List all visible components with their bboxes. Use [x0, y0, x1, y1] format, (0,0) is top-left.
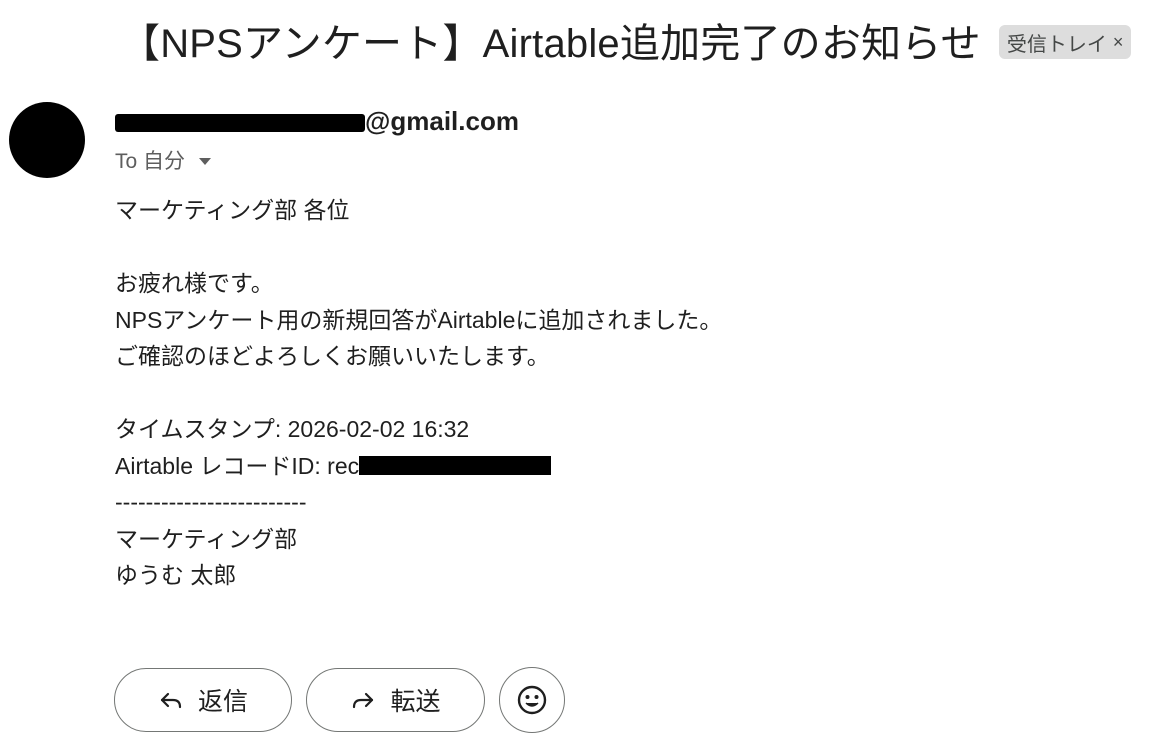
forward-arrow-icon — [350, 689, 376, 711]
action-buttons: 返信 転送 — [114, 667, 565, 733]
email-view: 【NPSアンケート】Airtable追加完了のお知らせ 受信トレイ × @gma… — [0, 0, 1173, 743]
body-line-1: お疲れ様です。 — [115, 270, 274, 296]
sender-avatar[interactable] — [9, 102, 85, 178]
recipient-text: To 自分 — [115, 150, 186, 173]
subject-row: 【NPSアンケート】Airtable追加完了のお知らせ 受信トレイ × — [120, 10, 1132, 70]
sender-email-suffix: @gmail.com — [365, 105, 519, 136]
redacted-sender-name — [115, 114, 365, 132]
signature-divider: ------------------------- — [115, 489, 307, 515]
reply-button[interactable]: 返信 — [114, 668, 292, 732]
reply-label: 返信 — [197, 688, 248, 716]
email-body: マーケティング部 各位 お疲れ様です。 NPSアンケート用の新規回答がAirta… — [115, 192, 1115, 594]
label-chip-text: 受信トレイ — [1006, 33, 1107, 56]
recipient-details-toggle[interactable]: To 自分 — [115, 145, 212, 175]
body-record-id: Airtable レコードID: rec — [115, 448, 1115, 485]
body-line-3: ご確認のほどよろしくお願いいたします。 — [115, 343, 550, 369]
sender-address[interactable]: @gmail.com — [115, 104, 519, 138]
signature-name: ゆうむ 太郎 — [115, 562, 237, 588]
email-subject: 【NPSアンケート】Airtable追加完了のお知らせ — [120, 22, 981, 66]
redacted-record-id — [359, 456, 552, 476]
body-line-2: NPSアンケート用の新規回答がAirtableに追加されました。 — [115, 306, 723, 333]
body-greeting: マーケティング部 各位 — [115, 197, 350, 223]
remove-label-icon[interactable]: × — [1113, 32, 1124, 53]
inbox-label-chip[interactable]: 受信トレイ × — [998, 25, 1132, 59]
record-id-prefix: Airtable レコードID: rec — [115, 452, 360, 479]
signature-department: マーケティング部 — [115, 525, 298, 552]
forward-label: 転送 — [390, 688, 441, 716]
reply-arrow-icon — [158, 689, 184, 711]
forward-button[interactable]: 転送 — [306, 668, 485, 732]
body-timestamp: タイムスタンプ: 2026-02-02 16:32 — [115, 416, 470, 442]
emoji-reaction-icon — [516, 684, 548, 716]
caret-down-icon — [199, 157, 212, 165]
emoji-reaction-button[interactable] — [499, 667, 565, 733]
